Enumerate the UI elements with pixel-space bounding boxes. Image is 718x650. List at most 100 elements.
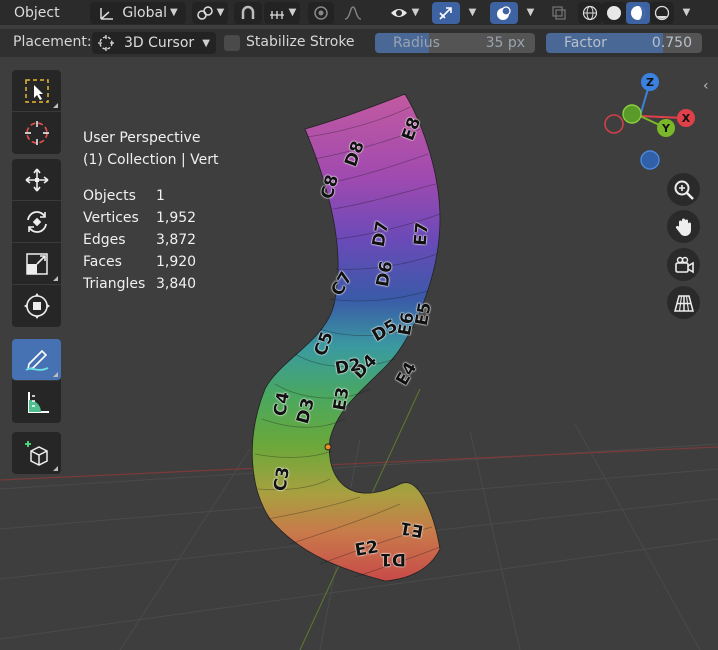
stat-row: Objects 1 — [83, 185, 196, 207]
mesh-uv-label: E1 — [398, 517, 426, 541]
pan-button[interactable] — [667, 210, 700, 243]
chevron-down-icon: ▼ — [202, 37, 210, 49]
factor-label: Factor — [564, 35, 607, 51]
annotate-tool[interactable] — [12, 339, 61, 381]
navigation-gizmo[interactable]: Z X Y — [600, 68, 710, 178]
gizmo-neg-x — [604, 114, 624, 134]
gizmo-x-label: X — [682, 112, 691, 125]
proportional-edit-toggle[interactable] — [308, 1, 334, 24]
object-origin-dot — [324, 443, 332, 451]
chevron-down-icon: ▼ — [169, 7, 178, 18]
mesh-uv-label: E7 — [410, 221, 433, 247]
mesh-uv-label: C3 — [270, 465, 295, 493]
snap-increment-icon — [269, 10, 284, 19]
overlays-dropdown[interactable]: ▼ — [518, 2, 540, 24]
transform-icon — [23, 293, 50, 319]
scale-icon — [25, 252, 48, 275]
gizmo-z-label: Z — [646, 76, 654, 89]
select-box-tool[interactable] — [12, 70, 61, 112]
falloff-dropdown[interactable] — [336, 2, 370, 24]
orientation-axes-icon — [100, 7, 114, 20]
visibility-dropdown[interactable]: ▼ — [384, 2, 424, 24]
sidebar-toggle-icon[interactable]: ‹ — [703, 78, 709, 94]
cursor-tool[interactable] — [12, 112, 61, 154]
rotate-icon — [26, 210, 47, 233]
select-box-icon — [24, 78, 49, 103]
camera-view-button[interactable] — [667, 248, 700, 281]
tool-variants-indicator — [53, 276, 58, 281]
placement-label: Placement: — [13, 34, 92, 50]
xray-toggle[interactable] — [546, 2, 572, 24]
x-axis-line — [0, 446, 718, 481]
gizmo-dropdown[interactable]: ▼ — [460, 2, 482, 24]
stabilize-stroke-label: Stabilize Stroke — [246, 34, 355, 50]
add-cube-icon — [24, 441, 48, 466]
tool-variants-indicator — [53, 372, 58, 377]
proportional-edit-icon — [314, 5, 328, 20]
add-cube-tool[interactable] — [12, 432, 61, 474]
shading-wireframe-button[interactable] — [578, 1, 602, 24]
stat-row: Edges 3,872 — [83, 229, 196, 251]
cursor-icon — [24, 121, 49, 145]
snap-target-dropdown[interactable]: ▼ — [264, 1, 300, 24]
annotate-icon — [25, 349, 48, 371]
orientation-label: Global — [122, 4, 167, 21]
transform-orientation-dropdown[interactable]: Global ▼ — [90, 1, 186, 24]
mode-label: Object — [14, 4, 60, 21]
material-sphere-icon — [631, 5, 645, 20]
overlays-icon — [497, 5, 511, 20]
chevron-down-icon: ▼ — [468, 7, 477, 18]
shading-solid-button[interactable] — [602, 1, 626, 24]
tool-group-annotate — [12, 339, 61, 423]
radius-label: Radius — [393, 35, 440, 51]
xray-icon — [552, 5, 566, 20]
shading-dropdown[interactable]: ▼ — [674, 2, 696, 24]
chevron-down-icon: ▼ — [411, 7, 420, 18]
stat-value: 1 — [156, 188, 165, 204]
shading-rendered-button[interactable] — [650, 1, 674, 24]
stat-value: 1,920 — [156, 254, 197, 270]
move-tool[interactable] — [12, 159, 61, 201]
radius-value: 35 px — [485, 35, 525, 51]
mesh-uv-label: C4 — [270, 390, 295, 418]
viewport-info: User Perspective (1) Collection | Vert — [83, 127, 219, 171]
transform-tool[interactable] — [12, 285, 61, 327]
rotate-tool[interactable] — [12, 201, 61, 243]
chevron-down-icon: ▼ — [288, 7, 297, 18]
shading-material-button[interactable] — [626, 1, 650, 24]
chevron-down-icon: ▼ — [526, 7, 535, 18]
stat-row: Triangles 3,840 — [83, 273, 196, 295]
overlays-toggle[interactable] — [490, 1, 518, 24]
stat-label: Objects — [83, 188, 136, 204]
stat-value: 3,872 — [156, 232, 197, 248]
measure-tool[interactable] — [12, 381, 61, 423]
tool-group-add — [12, 432, 61, 474]
factor-field[interactable]: Factor 0.750 — [546, 33, 702, 53]
stabilize-stroke-checkbox[interactable] — [224, 35, 240, 51]
placement-value: 3D Cursor — [124, 35, 195, 51]
factor-value: 0.750 — [651, 35, 692, 51]
snapping-toggle[interactable] — [234, 1, 262, 24]
scale-tool[interactable] — [12, 243, 61, 285]
viewport-header: Object Global ▼ ▼ ▼ ▼ ▼ ▼ ▼ — [0, 0, 718, 25]
gizmo-icon — [439, 6, 452, 20]
perspective-toggle-button[interactable] — [667, 286, 700, 319]
scene-statistics: Objects 1 Vertices 1,952 Edges 3,872 Faces 1… — [83, 185, 196, 295]
camera-icon — [674, 256, 694, 273]
zoom-magnifier-icon — [674, 180, 694, 200]
solid-sphere-icon — [607, 5, 621, 20]
radius-field[interactable]: Radius 35 px — [375, 33, 535, 53]
zoom-button[interactable] — [667, 173, 700, 206]
chevron-down-icon: ▼ — [216, 7, 225, 18]
tool-group-transform — [12, 159, 61, 327]
mode-selector[interactable]: Object — [0, 2, 82, 24]
stat-value: 3,840 — [156, 276, 197, 292]
stat-label: Triangles — [83, 276, 146, 292]
pivot-point-dropdown[interactable]: ▼ — [192, 1, 228, 24]
stat-value: 1,952 — [156, 210, 197, 226]
perspective-grid-icon — [673, 294, 694, 312]
stat-label: Faces — [83, 254, 122, 270]
gizmo-toggle[interactable] — [432, 1, 460, 24]
stat-row: Vertices 1,952 — [83, 207, 196, 229]
placement-dropdown[interactable]: 3D Cursor ▼ — [92, 32, 216, 54]
